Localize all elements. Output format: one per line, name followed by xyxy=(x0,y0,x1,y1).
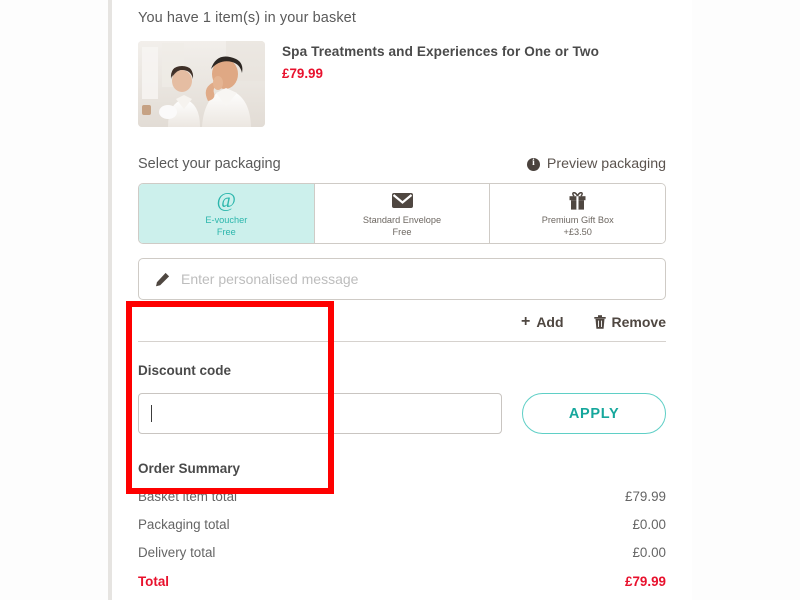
summary-row-total: Total £79.99 xyxy=(138,574,666,589)
discount-code-input[interactable] xyxy=(138,393,503,434)
remove-message-button[interactable]: Remove xyxy=(593,314,666,330)
product-title: Spa Treatments and Experiences for One o… xyxy=(282,44,599,59)
summary-label: Delivery total xyxy=(138,545,216,560)
add-message-button[interactable]: + Add xyxy=(520,313,564,331)
summary-label: Basket item total xyxy=(138,489,237,504)
order-summary-title: Order Summary xyxy=(138,461,241,476)
summary-value: £0.00 xyxy=(632,545,666,560)
page-right-gutter xyxy=(692,0,800,600)
packaging-option-price: Free xyxy=(392,227,412,237)
discount-code-row: APPLY xyxy=(138,393,666,434)
remove-label: Remove xyxy=(611,314,666,330)
summary-row-packaging-total: Packaging total £0.00 xyxy=(138,517,666,532)
summary-total-label: Total xyxy=(138,574,169,589)
basket-item-row: Spa Treatments and Experiences for One o… xyxy=(138,41,666,127)
plus-icon: + xyxy=(520,313,531,330)
text-caret xyxy=(151,405,152,422)
basket-content-column: You have 1 item(s) in your basket Spa Tr… xyxy=(112,0,692,600)
discount-code-label: Discount code xyxy=(138,363,232,378)
packaging-option-price: +£3.50 xyxy=(563,227,592,237)
packaging-option-name: Standard Envelope xyxy=(362,215,442,225)
spa-couple-image xyxy=(138,41,265,127)
product-details: Spa Treatments and Experiences for One o… xyxy=(282,41,599,81)
summary-total-value: £79.99 xyxy=(625,574,666,589)
product-price: £79.99 xyxy=(282,66,323,81)
personalised-message-field[interactable]: Enter personalised message xyxy=(138,258,666,300)
page-left-gutter xyxy=(0,0,108,600)
personalised-message-placeholder: Enter personalised message xyxy=(181,271,359,287)
packaging-option-name: E-voucher xyxy=(205,215,248,225)
packaging-option-price: Free xyxy=(216,227,236,237)
product-thumbnail[interactable] xyxy=(138,41,265,127)
packaging-options-group: @ E-voucher Free Standard Envelope Free xyxy=(138,183,666,244)
packaging-header: Select your packaging i Preview packagin… xyxy=(138,156,666,172)
summary-row-delivery-total: Delivery total £0.00 xyxy=(138,545,666,560)
packaging-option-e-voucher[interactable]: @ E-voucher Free xyxy=(139,184,315,243)
summary-value: £0.00 xyxy=(632,517,666,532)
pencil-icon xyxy=(155,272,170,287)
at-icon: @ xyxy=(216,188,236,212)
section-divider xyxy=(138,341,666,342)
summary-label: Packaging total xyxy=(138,517,230,532)
preview-packaging-link[interactable]: i Preview packaging xyxy=(526,156,666,172)
summary-row-basket-item-total: Basket item total £79.99 xyxy=(138,489,666,504)
message-actions-row: + Add Remove xyxy=(138,312,666,332)
info-icon: i xyxy=(526,157,540,171)
envelope-icon xyxy=(391,191,413,210)
add-label: Add xyxy=(536,314,564,330)
packaging-label: Select your packaging xyxy=(138,156,281,172)
checkout-basket-page: You have 1 item(s) in your basket Spa Tr… xyxy=(0,0,800,600)
packaging-option-premium-gift-box[interactable]: Premium Gift Box +£3.50 xyxy=(490,184,665,243)
apply-discount-button[interactable]: APPLY xyxy=(522,393,666,434)
gift-box-icon xyxy=(569,191,586,210)
trash-icon xyxy=(593,315,606,329)
packaging-option-standard-envelope[interactable]: Standard Envelope Free xyxy=(314,184,491,243)
basket-item-count: You have 1 item(s) in your basket xyxy=(138,10,356,26)
summary-value: £79.99 xyxy=(625,489,666,504)
preview-packaging-label: Preview packaging xyxy=(546,156,666,172)
packaging-option-name: Premium Gift Box xyxy=(541,215,614,225)
